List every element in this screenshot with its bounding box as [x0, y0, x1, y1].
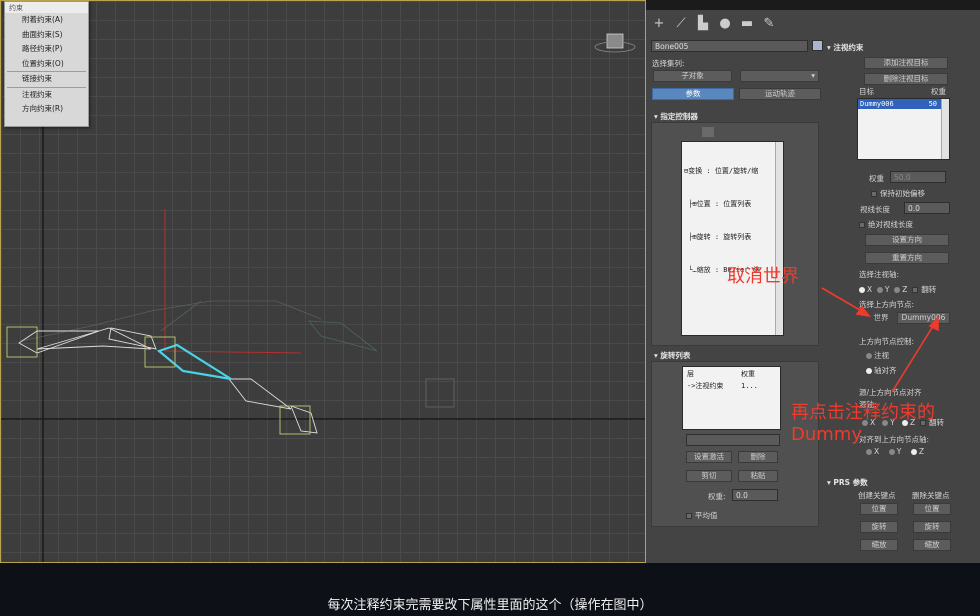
subtitle-text: 每次注释约束完需要改下属性里面的这个（操作在图中） [327, 598, 653, 613]
subtitle-bar: 每次注释约束完需要改下属性里面的这个（操作在图中） [0, 563, 980, 616]
arrow-to-dummy-button [891, 322, 936, 393]
arrow-to-world-button [821, 287, 866, 314]
annotation-arrows [821, 287, 939, 393]
arrowhead [855, 305, 871, 318]
